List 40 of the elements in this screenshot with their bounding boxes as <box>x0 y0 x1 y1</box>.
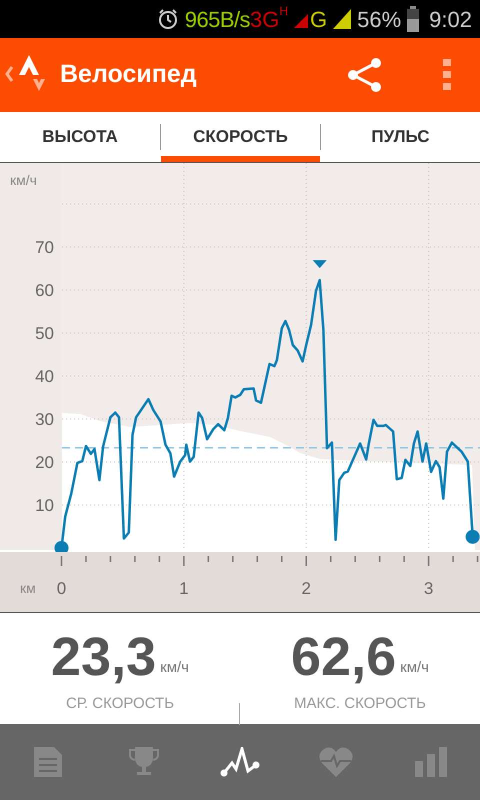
stat-label: МАКС. СКОРОСТЬ <box>294 694 426 714</box>
signal-icon <box>333 9 352 29</box>
network-type: G <box>310 6 328 34</box>
stat-unit: км/ч <box>400 658 429 678</box>
y-tick-label: 30 <box>35 410 54 429</box>
network-type: 3G <box>250 6 280 34</box>
clock: 9:02 <box>429 6 472 34</box>
x-tick-label: 3 <box>424 579 434 598</box>
end-point <box>466 530 480 544</box>
stat-unit: км/ч <box>160 658 189 678</box>
alarm-icon <box>156 8 179 30</box>
bar-chart-icon <box>415 747 449 777</box>
y-tick-label: 20 <box>35 453 54 472</box>
y-tick-label: 40 <box>35 367 54 386</box>
network-speed: 965B/s <box>184 6 250 34</box>
y-axis-unit: км/ч <box>10 172 37 188</box>
tab[interactable]: ВЫСОТА <box>0 112 160 162</box>
stat-value: 62,6 <box>291 629 396 685</box>
y-tick-label: 60 <box>35 281 54 300</box>
share-icon <box>347 57 383 93</box>
network-subtype: H <box>279 3 288 20</box>
stat-label: СР. СКОРОСТЬ <box>66 694 174 714</box>
y-tick-label: 70 <box>35 238 54 257</box>
battery-icon <box>407 6 420 32</box>
activity-graph-icon <box>220 747 260 777</box>
stat-value: 23,3 <box>51 629 156 685</box>
x-tick-label: 1 <box>179 579 189 598</box>
max-marker-icon <box>312 260 327 268</box>
app-title: Велосипед <box>60 59 197 90</box>
more-icon <box>443 59 451 91</box>
x-axis-unit: км <box>20 580 36 596</box>
y-tick-label: 10 <box>35 496 54 515</box>
heart-rate-icon <box>319 747 353 777</box>
tab[interactable]: ПУЛЬС <box>321 112 480 162</box>
trophy-icon <box>129 747 159 777</box>
battery-percent: 56% <box>357 6 402 34</box>
x-tick-label: 2 <box>302 579 311 598</box>
document-icon <box>34 747 62 777</box>
y-tick-label: 50 <box>35 324 54 343</box>
x-tick-label: 0 <box>56 579 66 598</box>
